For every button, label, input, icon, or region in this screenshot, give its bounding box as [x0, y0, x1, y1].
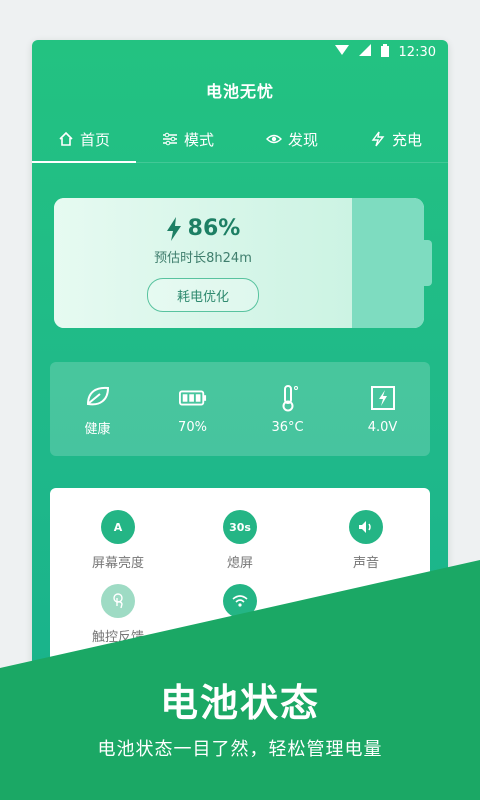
tab-mode[interactable]: 模式 [136, 116, 240, 162]
status-bar: 12:30 [32, 40, 448, 64]
stat-temperature[interactable]: 36°C [240, 362, 335, 456]
toggle-wifi[interactable] [180, 584, 300, 626]
sliders-icon [162, 132, 177, 146]
clock: 12:30 [398, 44, 436, 60]
toggle-volume[interactable]: 声音 [306, 510, 426, 571]
battery-stats: 健康 70% 36°C 4.0V [50, 362, 430, 456]
tab-label: 发现 [287, 130, 318, 149]
battery-card: 86% 预估时长8h24m 耗电优化 [54, 198, 432, 330]
stat-label: 健康 [84, 421, 111, 437]
leaf-icon [86, 386, 109, 405]
toggle-label: 屏幕亮度 [91, 556, 144, 571]
tab-label: 模式 [183, 130, 214, 149]
stat-label: 4.0V [367, 419, 398, 435]
touch-icon [101, 584, 135, 618]
tab-discover[interactable]: 发现 [240, 116, 344, 162]
quick-toggles: A 屏幕亮度 30s 熄屏 声音 触控反馈 [50, 488, 430, 788]
cell-signal-icon [358, 44, 371, 60]
brightness-badge: A [113, 520, 123, 534]
battery-icon [178, 390, 206, 405]
tab-charge[interactable]: 充电 [344, 116, 448, 162]
toggle-label: 声音 [352, 556, 379, 571]
tab-label: 充电 [391, 130, 422, 149]
battery-estimate: 预估时长8h24m [154, 251, 252, 266]
battery-content: 86% 预估时长8h24m 耗电优化 [54, 198, 352, 328]
battery-status-icon [380, 43, 389, 61]
optimize-button[interactable]: 耗电优化 [147, 278, 259, 312]
battery-percent-row: 86% [166, 216, 241, 241]
toggle-touch-feedback[interactable]: 触控反馈 [58, 584, 178, 645]
bolt-icon [371, 131, 385, 147]
timeout-badge: 30s [229, 520, 251, 534]
home-icon [59, 131, 73, 146]
toggle-brightness[interactable]: A 屏幕亮度 [58, 510, 178, 571]
tab-label: 首页 [79, 130, 110, 149]
toggle-label: 触控反馈 [91, 630, 144, 645]
stat-label: 36°C [271, 419, 304, 435]
wifi-icon [223, 584, 257, 618]
volume-icon [349, 510, 383, 544]
eye-icon [265, 134, 282, 144]
toggle-label: 熄屏 [226, 556, 253, 571]
tab-home[interactable]: 首页 [32, 116, 136, 163]
brightness-icon: A [101, 510, 135, 544]
battery-percent: 86% [187, 216, 241, 241]
wifi-signal-icon [334, 44, 349, 60]
voltage-icon [370, 385, 395, 410]
battery-body: 86% 预估时长8h24m 耗电优化 [54, 198, 424, 328]
phone-screen: 12:30 电池无忧 首页 模式 发现 充电 86% 预估时长8h24m 耗电优… [32, 40, 448, 800]
toggle-screen-timeout[interactable]: 30s 熄屏 [180, 510, 300, 571]
charge-bolt-icon [166, 216, 181, 241]
stat-health[interactable]: 健康 [50, 362, 145, 456]
stat-capacity[interactable]: 70% [145, 362, 240, 456]
stat-label: 70% [178, 419, 207, 435]
tab-bar: 首页 模式 发现 充电 [32, 116, 448, 163]
app-title: 电池无忧 [205, 82, 274, 101]
battery-tip [424, 240, 432, 286]
screen-timeout-icon: 30s [223, 510, 257, 544]
battery-empty [352, 198, 424, 328]
stat-voltage[interactable]: 4.0V [335, 362, 430, 456]
thermometer-icon [282, 384, 298, 411]
